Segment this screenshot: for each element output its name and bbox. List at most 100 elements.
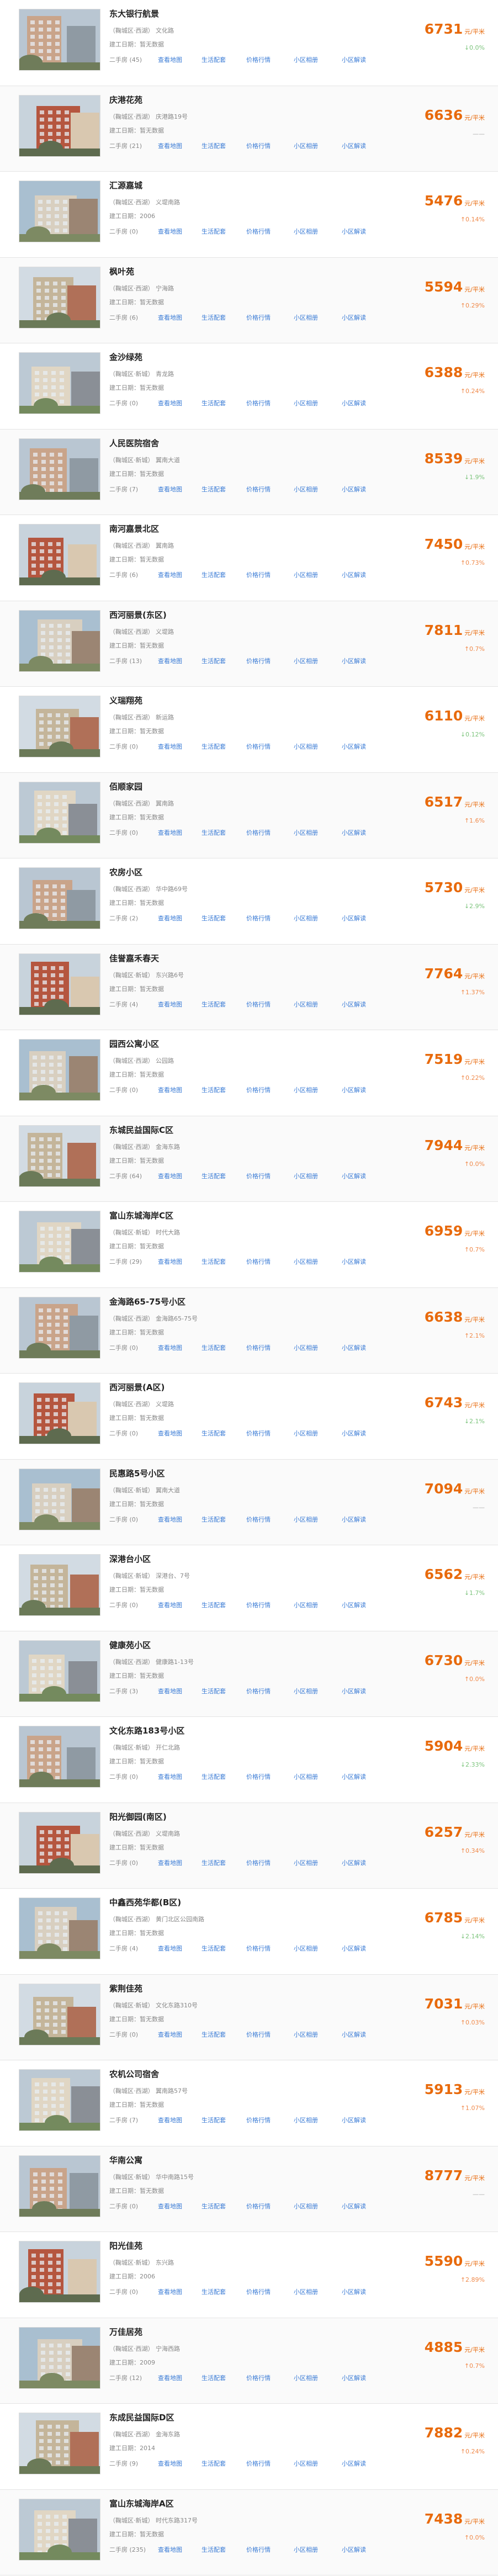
secondhand-count[interactable]: 二手房 (0) <box>109 1343 158 1352</box>
community-photo[interactable] <box>19 1211 100 1273</box>
view-map-link[interactable]: 查看地图 <box>158 570 190 579</box>
view-map-link[interactable]: 查看地图 <box>158 313 190 322</box>
life-amenities-link[interactable]: 生活配套 <box>202 141 234 150</box>
view-map-link[interactable]: 查看地图 <box>158 2030 190 2039</box>
price-trend-link[interactable]: 价格行情 <box>246 570 278 579</box>
view-map-link[interactable]: 查看地图 <box>158 141 190 150</box>
secondhand-count[interactable]: 二手房 (235) <box>109 2545 158 2554</box>
photo-album-link[interactable]: 小区相册 <box>294 141 326 150</box>
view-map-link[interactable]: 查看地图 <box>158 1000 190 1009</box>
view-map-link[interactable]: 查看地图 <box>158 828 190 837</box>
view-map-link[interactable]: 查看地图 <box>158 742 190 751</box>
secondhand-count[interactable]: 二手房 (45) <box>109 55 158 64</box>
view-map-link[interactable]: 查看地图 <box>158 2545 190 2554</box>
view-map-link[interactable]: 查看地图 <box>158 914 190 923</box>
photo-album-link[interactable]: 小区相册 <box>294 1515 326 1524</box>
community-photo[interactable] <box>19 438 100 500</box>
community-analysis-link[interactable]: 小区解读 <box>342 1343 374 1352</box>
community-photo[interactable] <box>19 2326 100 2389</box>
price-trend-link[interactable]: 价格行情 <box>246 1858 278 1867</box>
price-trend-link[interactable]: 价格行情 <box>246 1085 278 1094</box>
photo-album-link[interactable]: 小区相册 <box>294 485 326 494</box>
price-trend-link[interactable]: 价格行情 <box>246 2202 278 2211</box>
community-name[interactable]: 农房小区 <box>109 866 142 878</box>
view-map-link[interactable]: 查看地图 <box>158 2202 190 2211</box>
community-photo[interactable] <box>19 94 100 157</box>
community-analysis-link[interactable]: 小区解读 <box>342 2287 374 2296</box>
community-analysis-link[interactable]: 小区解读 <box>342 1429 374 1438</box>
photo-album-link[interactable]: 小区相册 <box>294 1772 326 1781</box>
price-trend-link[interactable]: 价格行情 <box>246 1172 278 1180</box>
view-map-link[interactable]: 查看地图 <box>158 2287 190 2296</box>
community-photo[interactable] <box>19 1811 100 1874</box>
photo-album-link[interactable]: 小区相册 <box>294 227 326 236</box>
community-name[interactable]: 汇源嘉城 <box>109 179 142 191</box>
community-name[interactable]: 西河丽景(A区) <box>109 1381 165 1393</box>
community-photo[interactable] <box>19 2241 100 2303</box>
view-map-link[interactable]: 查看地图 <box>158 1515 190 1524</box>
view-map-link[interactable]: 查看地图 <box>158 1085 190 1094</box>
life-amenities-link[interactable]: 生活配套 <box>202 1429 234 1438</box>
community-analysis-link[interactable]: 小区解读 <box>342 227 374 236</box>
price-trend-link[interactable]: 价格行情 <box>246 2116 278 2124</box>
photo-album-link[interactable]: 小区相册 <box>294 55 326 64</box>
price-trend-link[interactable]: 价格行情 <box>246 828 278 837</box>
community-name[interactable]: 阳光佳苑 <box>109 2240 142 2251</box>
community-photo[interactable] <box>19 1897 100 1959</box>
price-trend-link[interactable]: 价格行情 <box>246 2030 278 2039</box>
view-map-link[interactable]: 查看地图 <box>158 1172 190 1180</box>
community-analysis-link[interactable]: 小区解读 <box>342 742 374 751</box>
community-photo[interactable] <box>19 1726 100 1788</box>
photo-album-link[interactable]: 小区相册 <box>294 1085 326 1094</box>
photo-album-link[interactable]: 小区相册 <box>294 1172 326 1180</box>
life-amenities-link[interactable]: 生活配套 <box>202 1858 234 1867</box>
community-photo[interactable] <box>19 524 100 586</box>
community-analysis-link[interactable]: 小区解读 <box>342 1944 374 1953</box>
life-amenities-link[interactable]: 生活配套 <box>202 2030 234 2039</box>
community-name[interactable]: 东城民益国际C区 <box>109 1124 173 1136</box>
price-trend-link[interactable]: 价格行情 <box>246 656 278 665</box>
view-map-link[interactable]: 查看地图 <box>158 1944 190 1953</box>
life-amenities-link[interactable]: 生活配套 <box>202 1772 234 1781</box>
photo-album-link[interactable]: 小区相册 <box>294 1687 326 1695</box>
photo-album-link[interactable]: 小区相册 <box>294 313 326 322</box>
view-map-link[interactable]: 查看地图 <box>158 227 190 236</box>
community-name[interactable]: 义瑞翔苑 <box>109 695 142 706</box>
community-name[interactable]: 人民医院宿舍 <box>109 437 159 449</box>
photo-album-link[interactable]: 小区相册 <box>294 2545 326 2554</box>
secondhand-count[interactable]: 二手房 (3) <box>109 1687 158 1695</box>
life-amenities-link[interactable]: 生活配套 <box>202 2116 234 2124</box>
community-analysis-link[interactable]: 小区解读 <box>342 2116 374 2124</box>
price-trend-link[interactable]: 价格行情 <box>246 313 278 322</box>
price-trend-link[interactable]: 价格行情 <box>246 1515 278 1524</box>
secondhand-count[interactable]: 二手房 (0) <box>109 1429 158 1438</box>
community-analysis-link[interactable]: 小区解读 <box>342 1772 374 1781</box>
community-photo[interactable] <box>19 1125 100 1187</box>
price-trend-link[interactable]: 价格行情 <box>246 227 278 236</box>
community-analysis-link[interactable]: 小区解读 <box>342 1600 374 1609</box>
life-amenities-link[interactable]: 生活配套 <box>202 1515 234 1524</box>
photo-album-link[interactable]: 小区相册 <box>294 1000 326 1009</box>
photo-album-link[interactable]: 小区相册 <box>294 1343 326 1352</box>
price-trend-link[interactable]: 价格行情 <box>246 2373 278 2382</box>
life-amenities-link[interactable]: 生活配套 <box>202 2202 234 2211</box>
photo-album-link[interactable]: 小区相册 <box>294 570 326 579</box>
community-photo[interactable] <box>19 266 100 328</box>
view-map-link[interactable]: 查看地图 <box>158 2459 190 2468</box>
community-name[interactable]: 华南公寓 <box>109 2154 142 2166</box>
photo-album-link[interactable]: 小区相册 <box>294 1600 326 1609</box>
price-trend-link[interactable]: 价格行情 <box>246 1343 278 1352</box>
life-amenities-link[interactable]: 生活配套 <box>202 656 234 665</box>
life-amenities-link[interactable]: 生活配套 <box>202 55 234 64</box>
community-name[interactable]: 健康苑小区 <box>109 1639 151 1651</box>
community-analysis-link[interactable]: 小区解读 <box>342 914 374 923</box>
secondhand-count[interactable]: 二手房 (4) <box>109 1944 158 1953</box>
community-photo[interactable] <box>19 181 100 242</box>
life-amenities-link[interactable]: 生活配套 <box>202 399 234 407</box>
photo-album-link[interactable]: 小区相册 <box>294 1944 326 1953</box>
secondhand-count[interactable]: 二手房 (4) <box>109 1000 158 1009</box>
photo-album-link[interactable]: 小区相册 <box>294 2116 326 2124</box>
price-trend-link[interactable]: 价格行情 <box>246 1687 278 1695</box>
price-trend-link[interactable]: 价格行情 <box>246 742 278 751</box>
community-name[interactable]: 西河丽景(东区) <box>109 609 167 621</box>
